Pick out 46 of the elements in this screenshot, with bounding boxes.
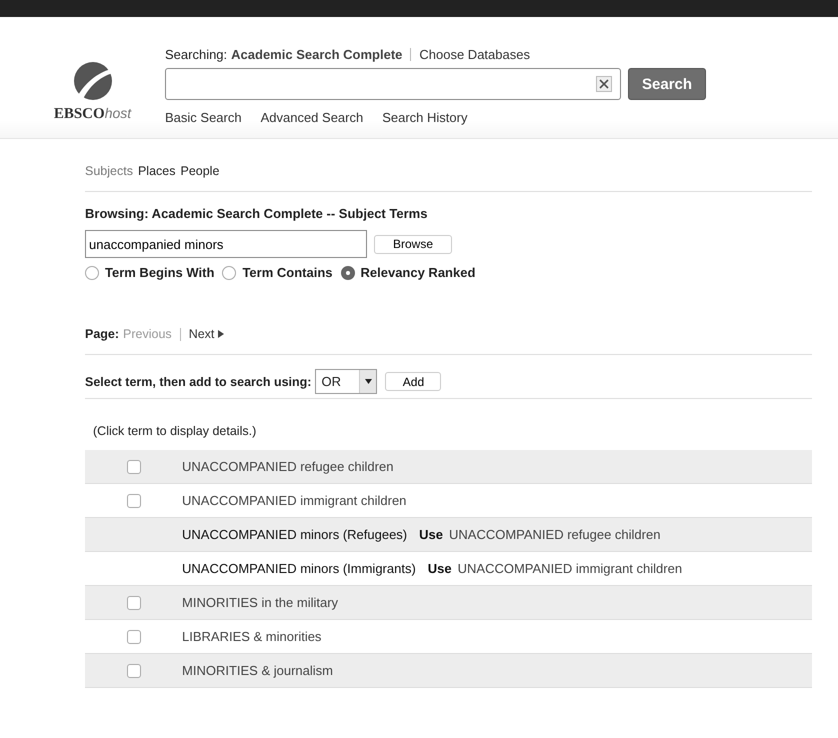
checkbox[interactable] — [126, 630, 140, 644]
radio-option[interactable]: Relevancy Ranked — [340, 265, 476, 280]
logo-text: EBSCOhost — [54, 105, 132, 123]
browse-tab[interactable]: Subjects — [85, 164, 133, 178]
operator-dropdown[interactable]: OR — [315, 369, 378, 394]
use-label: Use — [428, 561, 452, 576]
term-link[interactable]: UNACCOMPANIED refugee children — [449, 527, 660, 542]
browsing-title: Browsing: Academic Search Complete -- Subject Terms — [85, 206, 428, 221]
term-link[interactable]: UNACCOMPANIED immigrant children — [458, 561, 682, 576]
term-text: UNACCOMPANIED minors (Immigrants) — [182, 561, 416, 576]
checkbox[interactable] — [126, 460, 140, 474]
nav-link[interactable]: Advanced Search — [260, 110, 364, 125]
term-text: UNACCOMPANIED minors (Refugees) — [182, 527, 408, 542]
radio-icon[interactable] — [340, 266, 354, 280]
dropdown-arrow-icon — [364, 379, 372, 384]
checkbox[interactable] — [126, 664, 140, 678]
radio-option[interactable]: Term Contains — [222, 265, 332, 280]
hint-text: (Click term to display details.) — [93, 424, 258, 438]
searching-label: Searching: — [165, 46, 228, 62]
add-label: Select term, then add to search using: — [85, 374, 312, 388]
choose-databases-link[interactable]: Choose Databases — [419, 46, 530, 62]
radio-option[interactable]: Term Begins With — [85, 265, 214, 280]
term-link[interactable]: LIBRARIES & minorities — [182, 629, 322, 644]
radio-icon[interactable] — [85, 266, 99, 280]
search-button[interactable]: Search — [628, 68, 706, 100]
next-link[interactable]: Next — [188, 327, 214, 341]
search-field[interactable] — [165, 68, 621, 100]
checkbox[interactable] — [126, 494, 140, 508]
browse-field[interactable]: unaccompanied minors — [85, 230, 367, 258]
database-name: Academic Search Complete — [231, 46, 402, 62]
checkbox[interactable] — [126, 596, 140, 610]
browse-button[interactable]: Browse — [374, 234, 452, 254]
nav-link[interactable]: Search History — [382, 110, 468, 125]
term-link[interactable]: UNACCOMPANIED refugee children — [182, 459, 394, 474]
nav-link[interactable]: Basic Search — [165, 110, 242, 125]
browse-tab[interactable]: Places — [138, 164, 176, 178]
clear-icon[interactable] — [596, 76, 612, 92]
add-button[interactable]: Add — [385, 372, 442, 391]
term-link[interactable]: UNACCOMPANIED immigrant children — [182, 493, 406, 508]
term-link[interactable]: MINORITIES & journalism — [182, 663, 333, 678]
page-label: Page: — [85, 327, 120, 341]
browse-tab[interactable]: People — [180, 164, 220, 178]
term-link[interactable]: MINORITIES in the military — [182, 595, 338, 610]
next-arrow-icon — [218, 330, 224, 338]
use-label: Use — [419, 527, 443, 542]
radio-icon[interactable] — [222, 266, 236, 280]
